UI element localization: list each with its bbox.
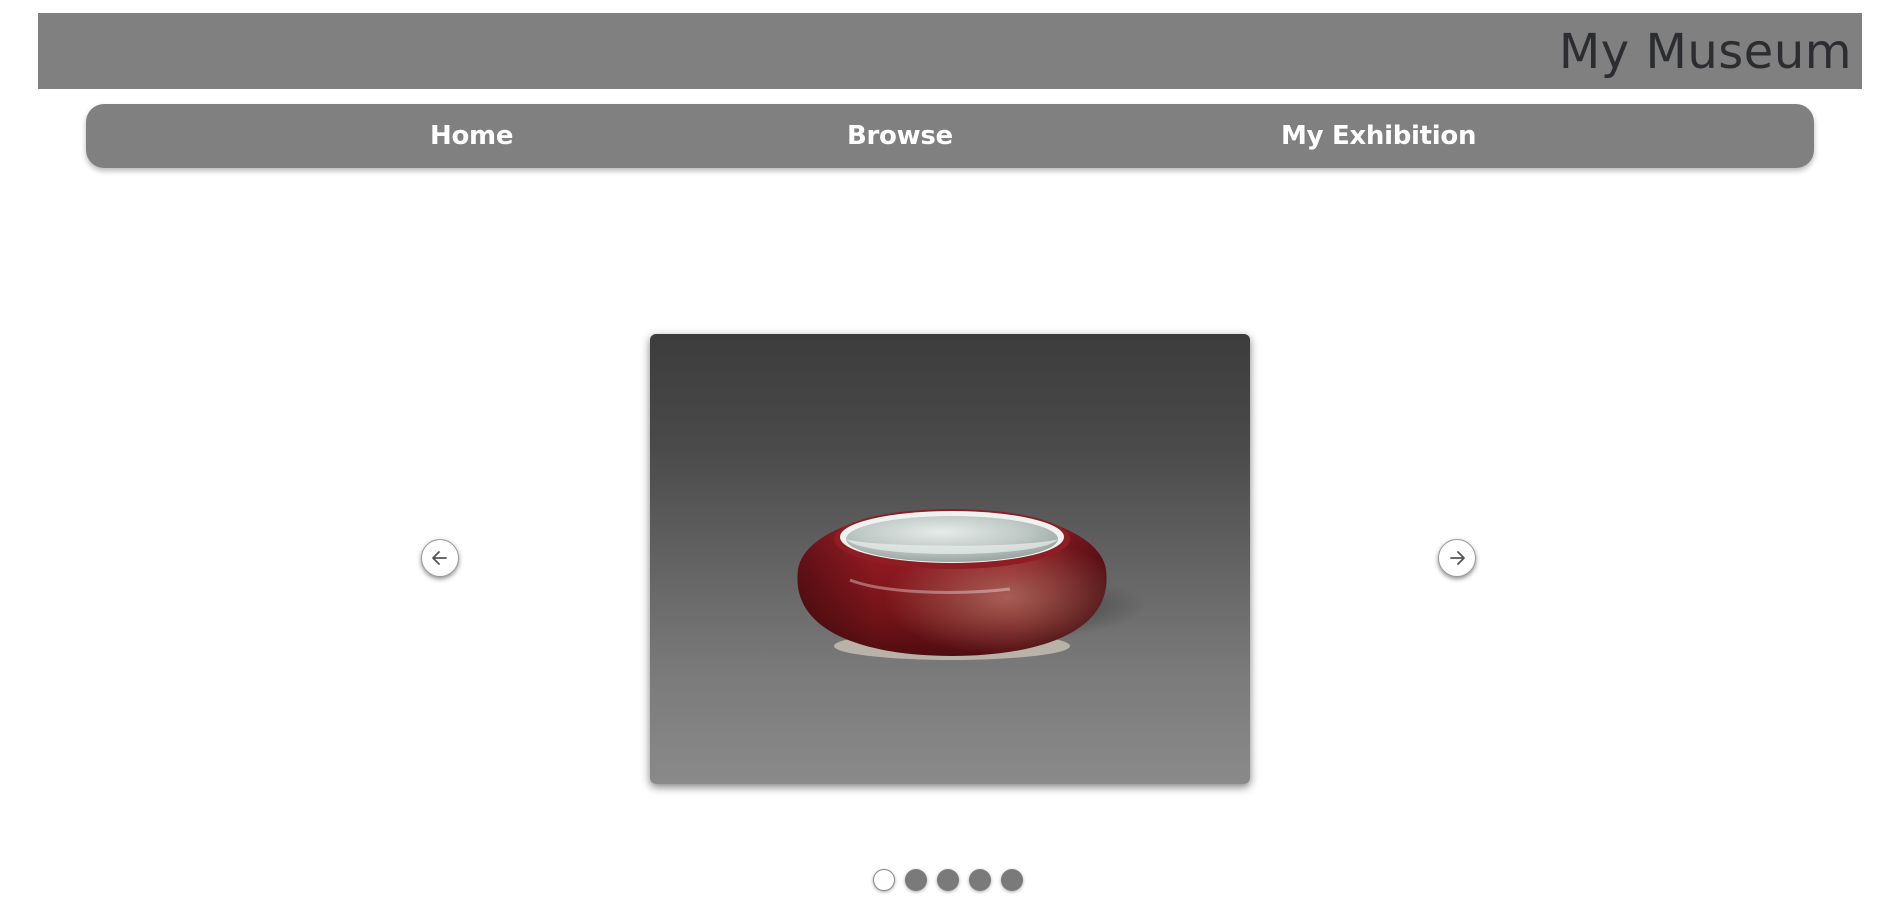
bowl-image [797,509,1145,660]
carousel-indicator-2[interactable] [905,869,927,891]
carousel-indicator-1[interactable] [873,869,895,891]
carousel-indicator-3[interactable] [937,869,959,891]
carousel-next-button[interactable] [1438,539,1476,577]
carousel-slide-image[interactable] [650,334,1250,784]
image-carousel [0,0,1899,905]
arrow-right-icon [1450,551,1465,565]
carousel-indicators [873,869,1023,893]
carousel-indicator-4[interactable] [969,869,991,891]
carousel-prev-button[interactable] [421,539,459,577]
arrow-left-icon [432,551,447,565]
carousel-indicator-5[interactable] [1001,869,1023,891]
